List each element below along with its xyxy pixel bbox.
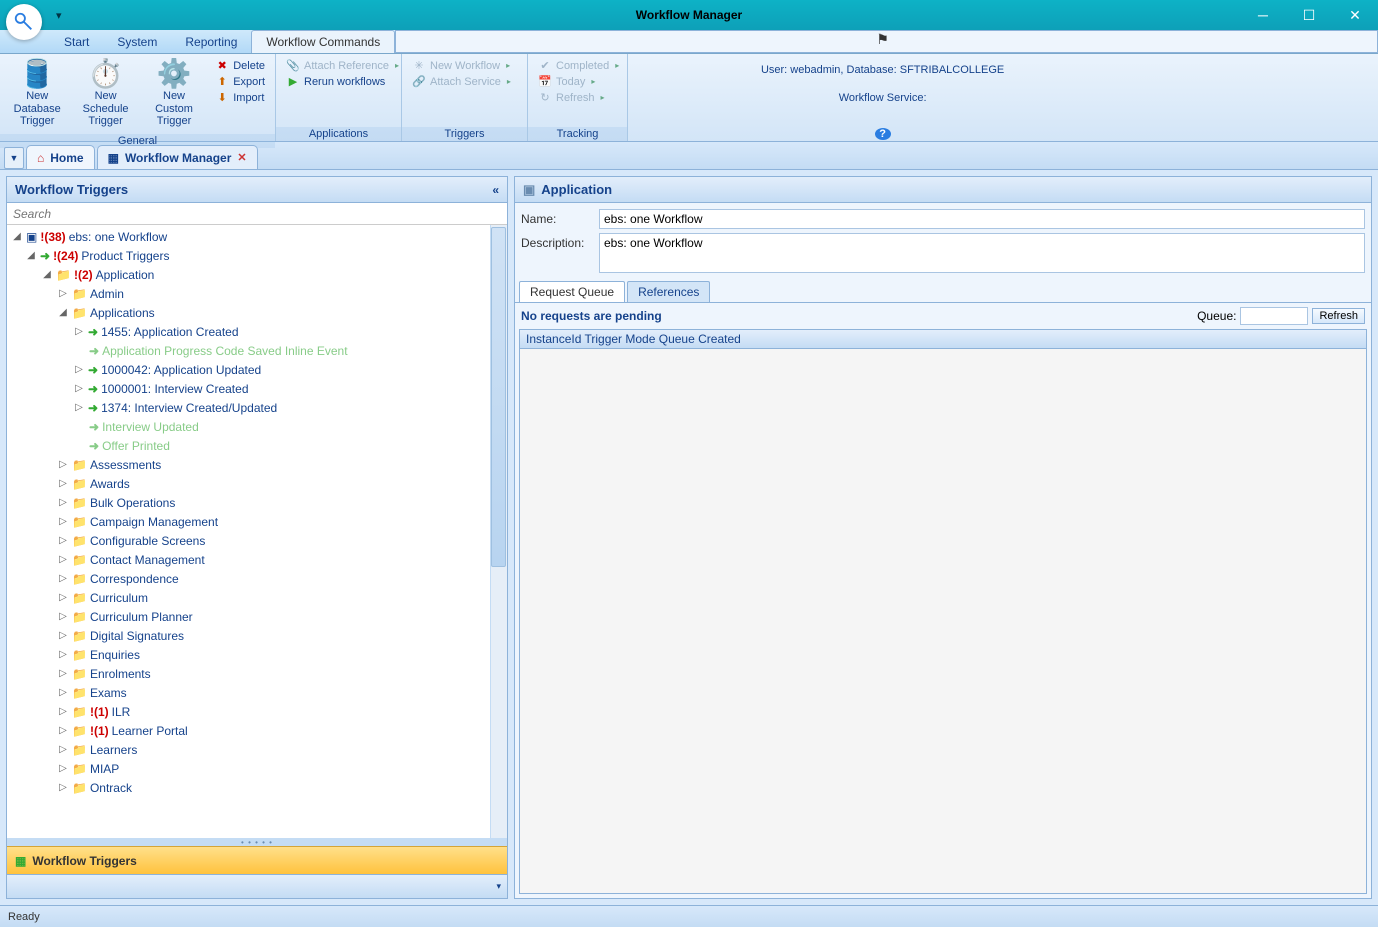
status-bar: Ready bbox=[0, 905, 1378, 927]
ribbon-group-applications: Applications bbox=[276, 127, 401, 141]
tree-node[interactable]: ▷📁 Correspondence bbox=[11, 569, 507, 588]
tree-node[interactable]: ▷📁 Digital Signatures bbox=[11, 626, 507, 645]
name-label: Name: bbox=[521, 209, 591, 226]
qat-dropdown[interactable]: ▾ bbox=[56, 9, 62, 22]
grid-header: InstanceId Trigger Mode Queue Created bbox=[519, 329, 1367, 349]
tree-node[interactable]: ▷📁 Campaign Management bbox=[11, 512, 507, 531]
tree-node[interactable]: ▷➜ 1374: Interview Created/Updated bbox=[11, 398, 507, 417]
export-button[interactable]: ⬆Export bbox=[211, 74, 269, 89]
nav-workflow-triggers[interactable]: ▦Workflow Triggers bbox=[7, 846, 507, 874]
ribbon: 🛢️New DatabaseTrigger ⏱️New ScheduleTrig… bbox=[0, 54, 1378, 142]
tree-node[interactable]: ▷📁 Exams bbox=[11, 683, 507, 702]
menu-tabstrip: Start System Reporting Workflow Commands… bbox=[0, 30, 1378, 54]
tree-node[interactable]: ▷➜ 1000042: Application Updated bbox=[11, 360, 507, 379]
home-icon: ⌂ bbox=[37, 151, 44, 165]
tree-icon: ▦ bbox=[15, 854, 26, 868]
panel-title: Workflow Triggers bbox=[15, 182, 128, 197]
tree-node[interactable]: ▷📁 Bulk Operations bbox=[11, 493, 507, 512]
menu-tab-system[interactable]: System bbox=[103, 30, 171, 53]
panel-splitter[interactable]: • • • • • bbox=[7, 838, 507, 846]
description-field[interactable] bbox=[599, 233, 1365, 273]
close-tab-icon[interactable]: ✕ bbox=[237, 151, 246, 164]
menu-tab-start[interactable]: Start bbox=[50, 30, 103, 53]
new-schedule-trigger-button[interactable]: ⏱️New ScheduleTrigger bbox=[72, 56, 138, 132]
tab-references[interactable]: References bbox=[627, 281, 710, 302]
new-workflow-button: ✳New Workflow▸ bbox=[408, 58, 515, 73]
document-tabstrip: ▼ ⌂Home ▦Workflow Manager✕ bbox=[0, 142, 1378, 170]
main-area: Workflow Triggers « ◢▣ !(38)ebs: one Wor… bbox=[0, 170, 1378, 905]
menu-tab-workflow-commands[interactable]: Workflow Commands bbox=[251, 30, 395, 53]
completed-button: ✔Completed▸ bbox=[534, 58, 623, 73]
attach-service-button: 🔗Attach Service▸ bbox=[408, 74, 515, 89]
collapse-panel-button[interactable]: « bbox=[492, 183, 499, 197]
tree-node[interactable]: ▷📁 Enquiries bbox=[11, 645, 507, 664]
workflow-icon: ▦ bbox=[108, 151, 119, 165]
doctab-dropdown[interactable]: ▼ bbox=[4, 147, 24, 169]
tree-node[interactable]: ◢➜ !(24)Product Triggers bbox=[11, 246, 507, 265]
tree-node[interactable]: ▷📁 Awards bbox=[11, 474, 507, 493]
queue-label: Queue: bbox=[1197, 309, 1236, 323]
window-title: Workflow Manager bbox=[636, 8, 742, 22]
tree-node[interactable]: ➜ Offer Printed bbox=[11, 436, 507, 455]
tree-node[interactable]: ▷📁 Configurable Screens bbox=[11, 531, 507, 550]
tree-node[interactable]: ▷📁 Curriculum bbox=[11, 588, 507, 607]
maximize-button[interactable]: ☐ bbox=[1286, 0, 1332, 30]
tab-request-queue[interactable]: Request Queue bbox=[519, 281, 625, 302]
import-button[interactable]: ⬇Import bbox=[211, 90, 269, 105]
tree-node[interactable]: ▷📁 Admin bbox=[11, 284, 507, 303]
tree-node[interactable]: ▷📁 Contact Management bbox=[11, 550, 507, 569]
app-orb-button[interactable] bbox=[6, 4, 42, 40]
user-database-label: User: webadmin, Database: SFTRIBALCOLLEG… bbox=[761, 64, 1004, 76]
new-custom-trigger-button[interactable]: ⚙️New CustomTrigger bbox=[141, 56, 207, 132]
app-icon: ▣ bbox=[523, 182, 535, 198]
help-icon[interactable]: ? bbox=[875, 128, 891, 140]
tree-node[interactable]: ▷📁 !(1)ILR bbox=[11, 702, 507, 721]
workflow-triggers-panel: Workflow Triggers « ◢▣ !(38)ebs: one Wor… bbox=[6, 176, 508, 899]
tree-node[interactable]: ◢📁 !(2)Application bbox=[11, 265, 507, 284]
new-database-trigger-button[interactable]: 🛢️New DatabaseTrigger bbox=[4, 56, 70, 132]
tree-node[interactable]: ▷📁 !(1)Learner Portal bbox=[11, 721, 507, 740]
delete-button[interactable]: ✖Delete bbox=[211, 58, 269, 73]
nav-expand-button[interactable]: ▾ bbox=[496, 881, 501, 892]
flag-icon[interactable]: ⚑ bbox=[876, 31, 889, 48]
today-button: 📅Today▸ bbox=[534, 74, 623, 89]
refresh-button[interactable]: Refresh bbox=[1312, 308, 1365, 324]
name-field[interactable] bbox=[599, 209, 1365, 229]
tree-scrollbar[interactable] bbox=[490, 225, 507, 838]
tree-node[interactable]: ▷📁 Ontrack bbox=[11, 778, 507, 797]
ribbon-group-tracking: Tracking bbox=[528, 127, 627, 141]
workflow-service-label: Workflow Service: bbox=[839, 92, 927, 104]
search-input[interactable] bbox=[7, 203, 507, 224]
tree-node[interactable]: ▷➜ 1455: Application Created bbox=[11, 322, 507, 341]
tree-node[interactable]: ▷➜ 1000001: Interview Created bbox=[11, 379, 507, 398]
tree-node[interactable]: ◢▣ !(38)ebs: one Workflow bbox=[11, 227, 507, 246]
tree-node[interactable]: ◢📁 Applications bbox=[11, 303, 507, 322]
tab-workflow-manager[interactable]: ▦Workflow Manager✕ bbox=[97, 145, 258, 169]
tree-node[interactable]: ▷📁 Curriculum Planner bbox=[11, 607, 507, 626]
tree-node[interactable]: ▷📁 Learners bbox=[11, 740, 507, 759]
tree-node[interactable]: ➜ Application Progress Code Saved Inline… bbox=[11, 341, 507, 360]
tab-home[interactable]: ⌂Home bbox=[26, 145, 95, 169]
menu-tab-reporting[interactable]: Reporting bbox=[171, 30, 251, 53]
tree-node[interactable]: ▷📁 MIAP bbox=[11, 759, 507, 778]
attach-reference-button: 📎Attach Reference▸ bbox=[282, 58, 403, 73]
trigger-tree[interactable]: ◢▣ !(38)ebs: one Workflow◢➜ !(24)Product… bbox=[7, 225, 507, 838]
grid-body bbox=[519, 349, 1367, 894]
application-title: Application bbox=[541, 182, 612, 197]
titlebar: ▾ Workflow Manager ─ ☐ ✕ bbox=[0, 0, 1378, 30]
minimize-button[interactable]: ─ bbox=[1240, 0, 1286, 30]
queue-input[interactable] bbox=[1240, 307, 1308, 325]
rerun-workflows-button[interactable]: ▶Rerun workflows bbox=[282, 74, 403, 89]
description-label: Description: bbox=[521, 233, 591, 250]
tree-node[interactable]: ▷📁 Assessments bbox=[11, 455, 507, 474]
tree-node[interactable]: ➜ Interview Updated bbox=[11, 417, 507, 436]
application-panel: ▣ Application Name: Description: Request … bbox=[514, 176, 1372, 899]
close-button[interactable]: ✕ bbox=[1332, 0, 1378, 30]
refresh-tracking-button: ↻Refresh▸ bbox=[534, 90, 623, 105]
pending-label: No requests are pending bbox=[521, 309, 662, 323]
tree-node[interactable]: ▷📁 Enrolments bbox=[11, 664, 507, 683]
ribbon-group-triggers: Triggers bbox=[402, 127, 527, 141]
